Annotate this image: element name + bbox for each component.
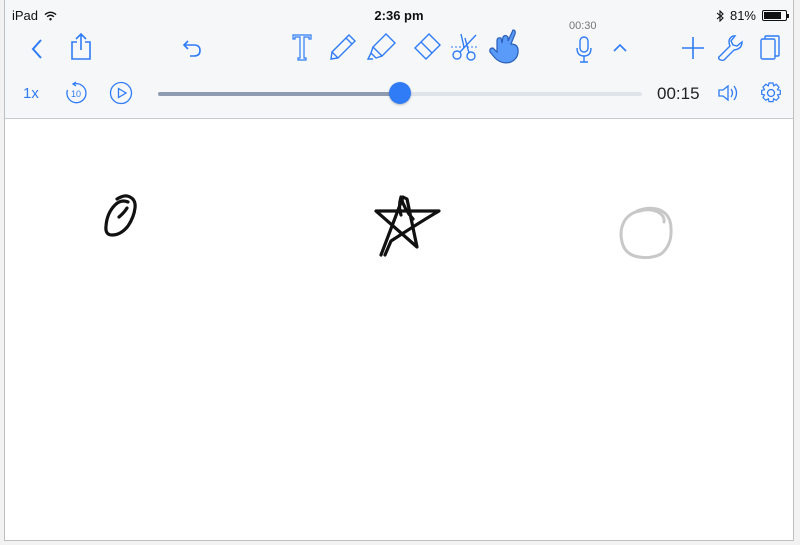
gear-icon [761, 82, 781, 103]
chevron-up-icon [613, 43, 627, 52]
pages-button[interactable] [756, 32, 784, 64]
volume-button[interactable] [715, 80, 741, 106]
highlighter-tool-button[interactable] [365, 30, 399, 64]
bluetooth-icon [716, 9, 724, 22]
back-button[interactable] [24, 34, 50, 64]
add-button[interactable] [679, 34, 707, 62]
battery-icon [762, 10, 789, 21]
play-icon [109, 81, 133, 105]
settings-button[interactable] [757, 79, 785, 107]
skip-back-button[interactable]: 10 [63, 80, 89, 106]
slider-progress [158, 92, 400, 96]
speaker-icon [718, 84, 738, 102]
text-tool-button[interactable] [288, 30, 316, 64]
circled-stroke [104, 194, 137, 237]
status-time: 2:36 pm [374, 8, 424, 23]
back-icon [31, 39, 42, 59]
text-tool-icon [292, 34, 312, 61]
status-bar: iPad 2:36 pm 81% [5, 0, 793, 30]
slider-thumb[interactable] [389, 82, 411, 104]
highlighter-icon [366, 33, 396, 60]
star-stroke [374, 195, 441, 257]
record-button[interactable] [571, 34, 597, 66]
app-window: iPad 2:36 pm 81% 00:30 1x 10 00:15 [4, 0, 794, 541]
share-icon [71, 32, 91, 60]
pages-icon [760, 35, 780, 60]
wrench-icon [717, 35, 743, 62]
share-button[interactable] [66, 30, 96, 62]
skip-back-10-icon: 10 [66, 81, 87, 104]
faded-circle-stroke [619, 206, 673, 260]
battery-percent: 81% [729, 8, 756, 23]
record-time: 00:30 [569, 20, 597, 32]
undo-icon [182, 40, 201, 57]
drawing-canvas[interactable] [5, 119, 793, 540]
elapsed-time: 00:15 [657, 84, 700, 103]
scissors-icon [451, 33, 479, 61]
tools-button[interactable] [715, 32, 745, 64]
eraser-icon [414, 33, 441, 60]
add-icon [682, 37, 704, 59]
hand-tool-button[interactable] [485, 26, 523, 66]
expand-button[interactable] [609, 38, 631, 58]
playback-speed-button[interactable]: 1x [23, 85, 39, 102]
microphone-icon [576, 36, 592, 63]
hand-pointer-icon [489, 29, 519, 64]
pen-tool-button[interactable] [326, 30, 360, 64]
playback-slider[interactable] [158, 82, 642, 104]
svg-text:10: 10 [71, 89, 81, 99]
play-button[interactable] [108, 80, 134, 106]
eraser-tool-button[interactable] [408, 30, 444, 64]
undo-button[interactable] [178, 36, 206, 60]
pen-icon [330, 34, 356, 60]
scissors-tool-button[interactable] [448, 30, 482, 64]
toolbar-area: iPad 2:36 pm 81% 00:30 1x 10 00:15 [5, 0, 793, 119]
